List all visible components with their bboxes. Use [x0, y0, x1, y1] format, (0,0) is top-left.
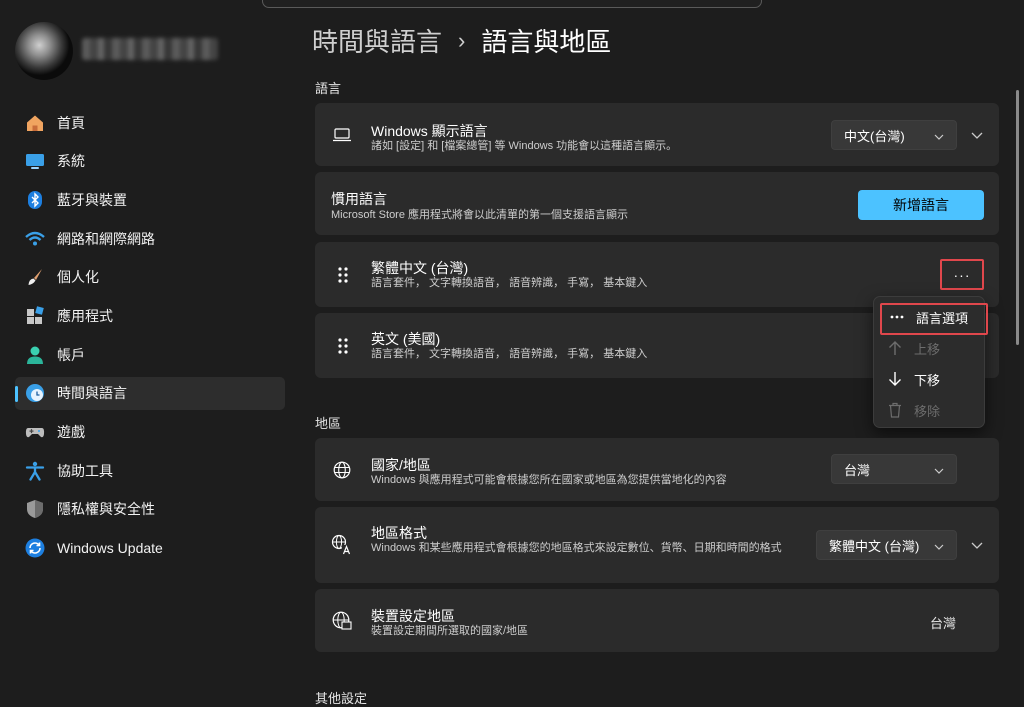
menu-item-label: 下移: [914, 372, 941, 388]
preferred-languages-title: 慣用語言: [331, 191, 387, 207]
device-region-card: 裝置設定地區 裝置設定期間所選取的國家/地區 台灣: [315, 589, 999, 652]
sidebar-item-label: Windows Update: [57, 540, 163, 557]
breadcrumb: 時間與語言 › 語言與地區: [312, 22, 611, 59]
sidebar-item-personalization[interactable]: 個人化: [15, 261, 285, 294]
sidebar-item-accounts[interactable]: 帳戶: [15, 338, 285, 371]
regional-format-desc: Windows 和某些應用程式會根據您的地區格式來設定數位、貨幣、日期和時間的格…: [371, 542, 782, 554]
user-name-blurred: [82, 38, 218, 60]
drag-handle-icon[interactable]: [338, 266, 348, 283]
trash-icon: [886, 401, 904, 419]
sidebar-item-label: 系統: [57, 153, 85, 170]
language-features: 語言套件， 文字轉換語音， 語音辨識， 手寫， 基本鍵入: [371, 348, 648, 360]
menu-item-label: 移除: [914, 403, 941, 419]
regional-format-title: 地區格式: [371, 525, 427, 541]
regional-format-select[interactable]: 繁體中文 (台灣): [816, 530, 957, 560]
sidebar-item-privacy[interactable]: 隱私權與安全性: [15, 493, 285, 526]
avatar[interactable]: [15, 22, 73, 80]
drag-handle-icon[interactable]: [338, 337, 348, 354]
scrollbar[interactable]: [1016, 90, 1019, 345]
sidebar-nav: 首頁 系統 藍牙與裝置 網路和網際網路 個人化 應用程式 帳戶 時間與語言 遊戲…: [15, 106, 285, 570]
sidebar-item-label: 時間與語言: [57, 385, 127, 402]
sidebar-item-home[interactable]: 首頁: [15, 106, 285, 139]
laptop-icon: [331, 124, 353, 146]
language-features: 語言套件， 文字轉換語音， 語音辨識， 手寫， 基本鍵入: [371, 277, 648, 289]
country-region-desc: Windows 與應用程式可能會根據您所在國家或地區為您提供當地化的內容: [371, 474, 727, 486]
shield-icon: [24, 498, 46, 520]
sidebar-item-label: 遊戲: [57, 424, 85, 440]
sidebar-item-system[interactable]: 系統: [15, 145, 285, 178]
country-region-value: 台灣: [844, 462, 871, 478]
display-language-card[interactable]: Windows 顯示語言 諸如 [設定] 和 [檔案總管] 等 Windows …: [315, 103, 999, 166]
time-language-icon: [24, 382, 46, 404]
chevron-down-icon: [934, 128, 944, 143]
globe-device-icon: [331, 610, 353, 632]
apps-icon: [24, 305, 46, 327]
section-label-region: 地區: [315, 416, 342, 431]
sidebar-item-apps[interactable]: 應用程式: [15, 299, 285, 332]
menu-highlight-box: [880, 303, 988, 335]
bluetooth-icon: [24, 189, 46, 211]
chevron-down-icon: [934, 462, 944, 477]
windows-update-icon: [24, 537, 46, 559]
display-language-select[interactable]: 中文(台灣): [831, 120, 957, 150]
regional-format-card[interactable]: 地區格式 Windows 和某些應用程式會根據您的地區格式來設定數位、貨幣、日期…: [315, 507, 999, 583]
brush-icon: [24, 266, 46, 288]
sidebar-item-time-language[interactable]: 時間與語言: [15, 376, 285, 410]
device-region-title: 裝置設定地區: [371, 608, 455, 624]
add-language-button[interactable]: 新增語言: [858, 190, 984, 220]
breadcrumb-parent[interactable]: 時間與語言: [312, 22, 442, 59]
display-language-value: 中文(台灣): [844, 128, 905, 144]
menu-item-move-down[interactable]: 下移: [886, 367, 940, 391]
expand-chevron-icon[interactable]: [969, 537, 985, 553]
sidebar-item-accessibility[interactable]: 協助工具: [15, 454, 285, 487]
country-region-select[interactable]: 台灣: [831, 454, 957, 484]
menu-item-move-up[interactable]: 上移: [886, 336, 940, 360]
gamepad-icon: [24, 421, 46, 443]
globe-icon: [331, 459, 353, 481]
device-region-desc: 裝置設定期間所選取的國家/地區: [371, 625, 529, 637]
more-icon: ···: [953, 266, 971, 283]
arrow-up-icon: [886, 339, 904, 357]
sidebar-item-label: 網路和網際網路: [57, 230, 155, 247]
regional-format-value: 繁體中文 (台灣): [829, 538, 920, 554]
window-top-edge: [262, 0, 762, 8]
breadcrumb-separator: ›: [458, 27, 466, 53]
sidebar-item-label: 協助工具: [57, 462, 113, 479]
sidebar-item-label: 藍牙與裝置: [57, 191, 127, 208]
device-region-value: 台灣: [930, 616, 957, 631]
account-icon: [24, 344, 46, 366]
display-language-title: Windows 顯示語言: [371, 123, 488, 139]
preferred-languages-desc: Microsoft Store 應用程式將會以此清單的第一個支援語言顯示: [331, 209, 629, 221]
section-label-other: 其他設定: [315, 691, 368, 706]
sidebar-item-bluetooth[interactable]: 藍牙與裝置: [15, 183, 285, 216]
country-region-title: 國家/地區: [371, 457, 431, 473]
accessibility-icon: [24, 460, 46, 482]
wifi-icon: [24, 228, 46, 250]
language-name: 英文 (美國): [371, 331, 441, 347]
menu-item-label: 上移: [914, 341, 941, 357]
sidebar-item-label: 應用程式: [57, 307, 113, 324]
menu-item-remove[interactable]: 移除: [886, 398, 940, 422]
language-name: 繁體中文 (台灣): [371, 260, 469, 276]
arrow-down-icon: [886, 370, 904, 388]
chevron-down-icon: [934, 538, 944, 553]
sidebar-item-network[interactable]: 網路和網際網路: [15, 222, 285, 255]
sidebar-item-windows-update[interactable]: Windows Update: [15, 532, 285, 565]
more-options-button[interactable]: ···: [940, 259, 984, 290]
section-label-language: 語言: [315, 81, 342, 96]
sidebar-item-label: 帳戶: [57, 346, 85, 363]
display-language-desc: 諸如 [設定] 和 [檔案總管] 等 Windows 功能會以這種語言顯示。: [371, 140, 678, 152]
sidebar-item-label: 個人化: [57, 269, 99, 286]
home-icon: [24, 112, 46, 134]
expand-chevron-icon[interactable]: [969, 127, 985, 143]
country-region-card[interactable]: 國家/地區 Windows 與應用程式可能會根據您所在國家或地區為您提供當地化的…: [315, 438, 999, 501]
sidebar-item-label: 隱私權與安全性: [57, 501, 155, 518]
system-icon: [24, 150, 46, 172]
regional-format-icon: [331, 534, 353, 556]
sidebar-item-label: 首頁: [57, 114, 85, 131]
sidebar-item-gaming[interactable]: 遊戲: [15, 416, 285, 449]
page-title: 語言與地區: [481, 27, 612, 57]
